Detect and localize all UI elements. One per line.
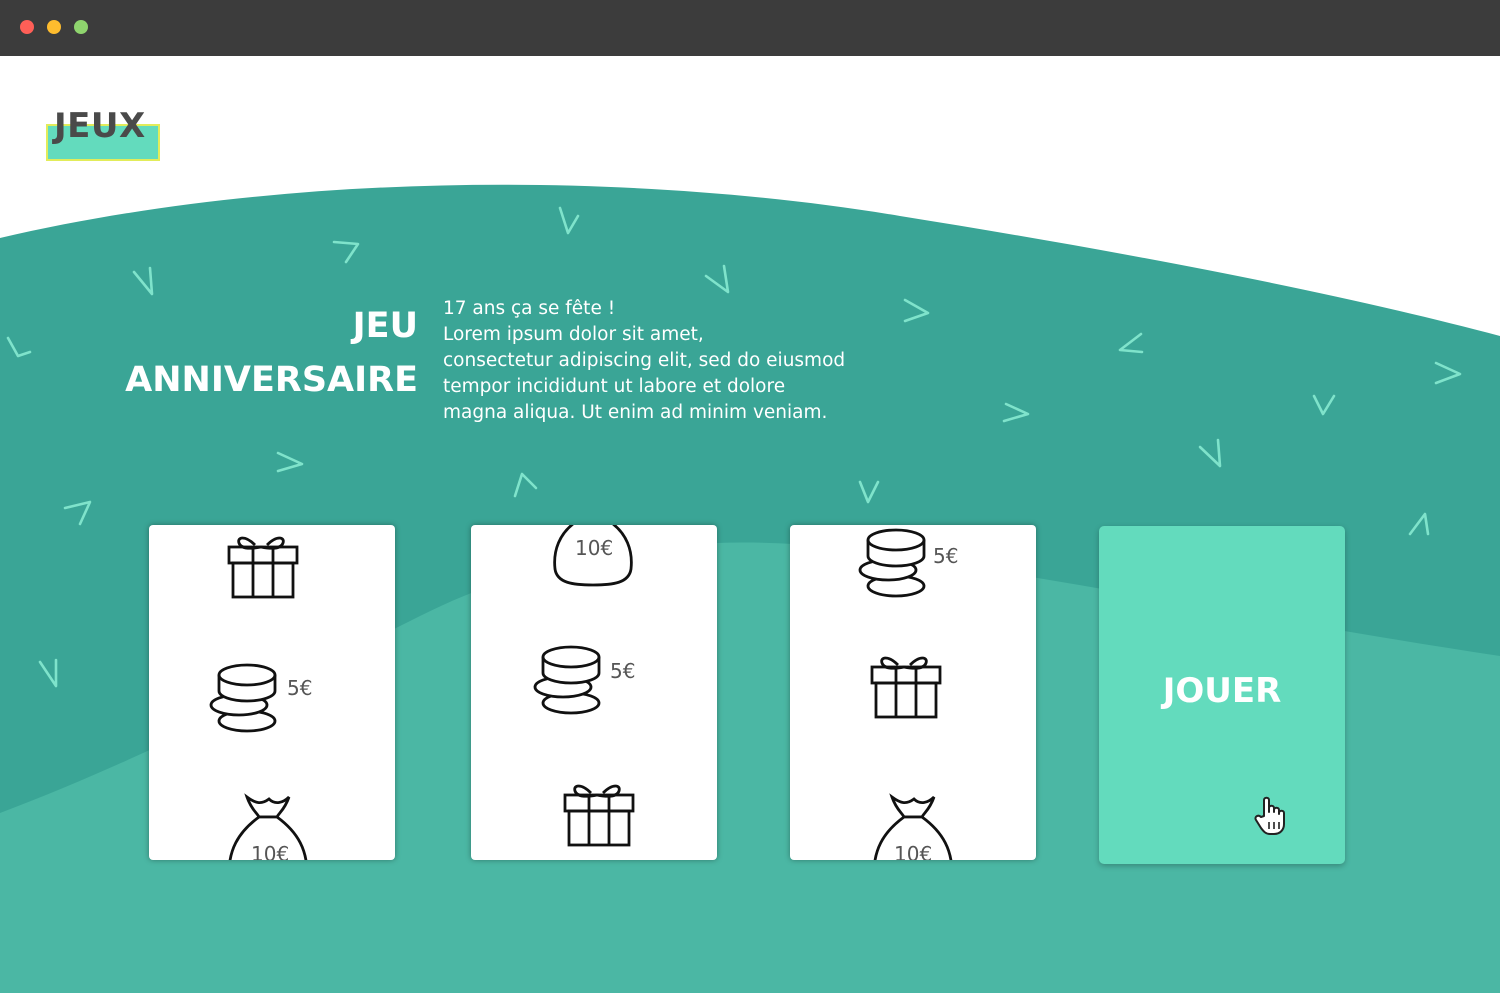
slot-reel-2: 10€ 5€ — [471, 525, 717, 860]
coins-value-label: 5€ — [287, 676, 312, 700]
gift-icon — [870, 656, 942, 719]
coins-icon — [858, 528, 926, 598]
gift-icon — [563, 784, 635, 847]
coins-icon — [533, 645, 601, 715]
coins-icon — [209, 663, 277, 733]
hero-text-line: magna aliqua. Ut enim ad minim veniam. — [443, 402, 828, 423]
hero-title-line-1: JEU — [352, 306, 418, 346]
slot-reel-3: 5€ 10€ — [790, 525, 1036, 860]
hero-text-line: tempor incididunt ut labore et dolore — [443, 376, 786, 397]
bag-value-label: 10€ — [894, 842, 932, 860]
play-button[interactable]: JOUER — [1099, 526, 1345, 864]
slot-reel-1: 5€ 10€ — [149, 525, 395, 860]
window-titlebar — [0, 0, 1500, 56]
hero-description: 17 ans ça se fête ! Lorem ipsum dolor si… — [443, 296, 883, 426]
coins-value-label: 5€ — [933, 544, 958, 568]
hero-text-line: Lorem ipsum dolor sit amet, — [443, 324, 704, 345]
hand-cursor-icon — [1254, 796, 1285, 835]
logo-text: JEUX — [54, 106, 146, 146]
hero-text-line: consectetur adipiscing elit, sed do eius… — [443, 350, 846, 371]
bag-value-label: 10€ — [575, 536, 613, 560]
close-window-button[interactable] — [20, 20, 34, 34]
logo[interactable]: JEUX — [46, 106, 160, 161]
minimize-window-button[interactable] — [47, 20, 61, 34]
hero-title: JEU ANNIVERSAIRE — [100, 299, 418, 407]
play-button-label: JOUER — [1162, 671, 1282, 711]
coins-value-label: 5€ — [610, 659, 635, 683]
bag-value-label: 10€ — [251, 842, 289, 860]
hero-text-line: 17 ans ça se fête ! — [443, 298, 616, 319]
page: JEUX JEU ANNIVERSAIRE 17 ans ça se fête … — [0, 56, 1500, 993]
gift-icon — [227, 536, 299, 599]
maximize-window-button[interactable] — [74, 20, 88, 34]
hero-title-line-2: ANNIVERSAIRE — [125, 360, 418, 400]
